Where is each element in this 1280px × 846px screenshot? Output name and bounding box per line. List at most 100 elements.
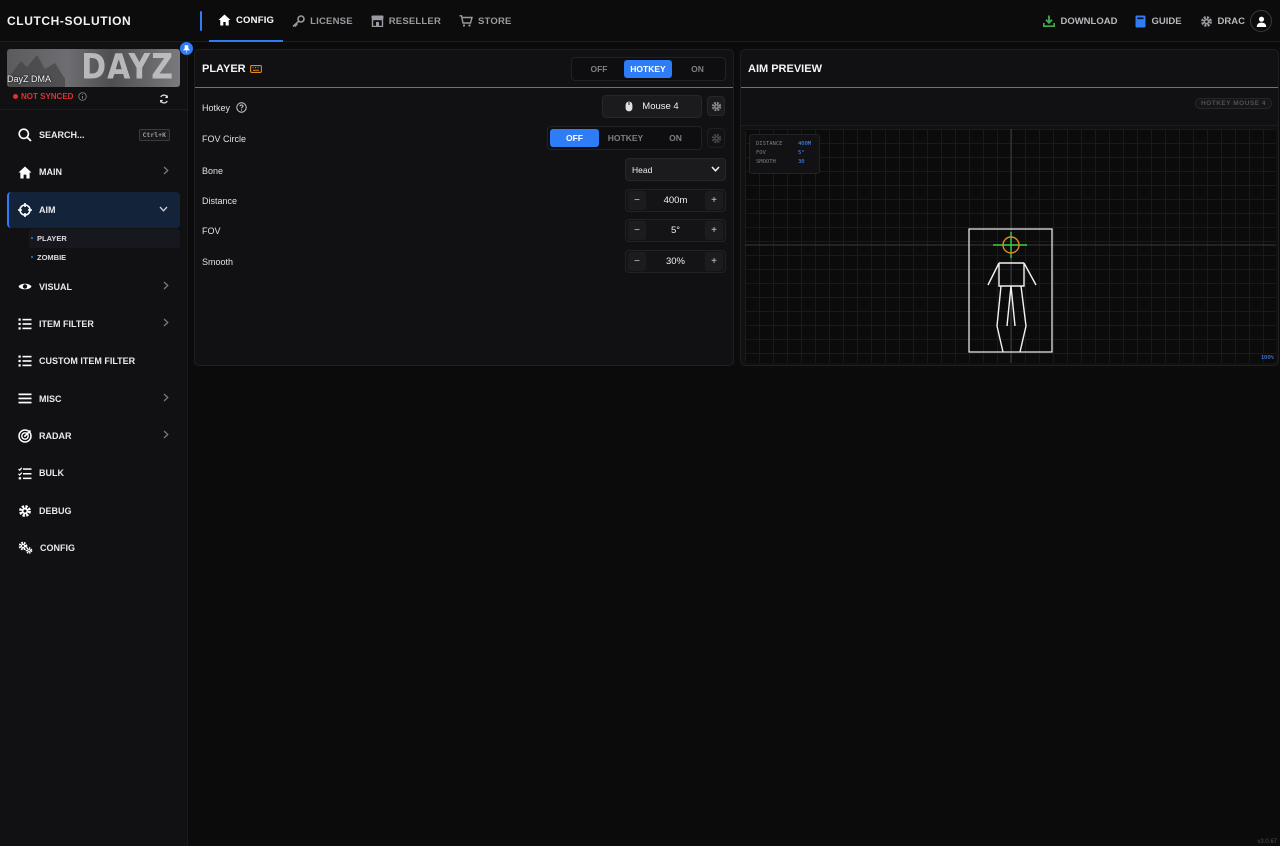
sidebar-item-radar[interactable]: RADAR <box>7 418 180 454</box>
version-label: v3.0.67 <box>1257 839 1277 845</box>
aim-preview-header: AIM PREVIEW <box>741 50 1278 88</box>
nav-reseller[interactable]: RESELLER <box>362 0 450 42</box>
hotkey-settings-button[interactable] <box>707 96 725 116</box>
sidebar-divider <box>0 109 188 110</box>
mode-off[interactable]: OFF <box>574 60 624 78</box>
sidebar-menu: SEARCH... Ctrl+K MAIN AIM PLAYER ZOMBIE … <box>7 117 180 567</box>
sidebar-item-config[interactable]: CONFIG <box>7 530 180 566</box>
user-name: DRAC <box>1217 15 1245 27</box>
sidebar-item-visual[interactable]: VISUAL <box>7 269 180 305</box>
fov-increment-button[interactable]: + <box>705 221 723 240</box>
top-nav: CONFIG LICENSE RESELLER STORE <box>209 0 521 42</box>
bullet <box>31 237 33 240</box>
gears-icon <box>18 542 33 555</box>
fov-hotkey[interactable]: HOTKEY <box>599 129 652 147</box>
hotkey-chip: HOTKEY MOUSE 4 <box>1194 98 1272 109</box>
list-icon <box>18 318 32 330</box>
sidebar-item-debug[interactable]: DEBUG <box>7 493 180 529</box>
sidebar-item-bulk[interactable]: BULK <box>7 455 180 491</box>
fov-decrement-button[interactable]: − <box>628 221 646 240</box>
chevron-right-icon <box>163 281 169 290</box>
mode-hotkey[interactable]: HOTKEY <box>624 60 672 78</box>
store-icon <box>371 15 384 27</box>
chevron-right-icon <box>163 393 169 402</box>
menu-icon <box>18 393 32 404</box>
panel-title: AIM PREVIEW <box>748 62 822 75</box>
player-mode-toggle: OFF HOTKEY ON <box>571 57 726 81</box>
mode-on[interactable]: ON <box>672 60 723 78</box>
sync-status-label: NOT SYNCED <box>21 92 74 101</box>
info-icon <box>78 92 88 101</box>
distance-value[interactable]: 400m <box>648 195 703 206</box>
bullet <box>31 256 33 259</box>
nav-license[interactable]: LICENSE <box>283 0 362 42</box>
sidebar-item-label: VISUAL <box>39 281 73 292</box>
gear-icon <box>711 133 721 143</box>
sidebar-item-item-filter[interactable]: ITEM FILTER <box>7 306 180 342</box>
pin-button[interactable] <box>180 42 193 55</box>
sidebar-item-label: DEBUG <box>39 505 72 516</box>
fov-on[interactable]: ON <box>652 129 699 147</box>
game-banner[interactable]: DAYZ DayZ DMA <box>7 49 180 87</box>
smooth-value[interactable]: 30% <box>648 256 703 267</box>
nav-config-label: CONFIG <box>236 14 275 26</box>
bone-value: Head <box>632 164 653 175</box>
target-figure <box>745 129 1276 363</box>
sidebar-item-main[interactable]: MAIN <box>7 154 180 190</box>
search-label: SEARCH... <box>39 130 85 140</box>
guide-button[interactable]: GUIDE <box>1135 15 1182 28</box>
user-menu[interactable]: DRAC <box>1200 10 1272 32</box>
gear-icon <box>1200 15 1212 27</box>
nav-reseller-label: RESELLER <box>388 15 442 27</box>
nav-store[interactable]: STORE <box>450 0 521 42</box>
sidebar-item-aim[interactable]: AIM <box>7 191 180 228</box>
refresh-icon <box>159 94 169 104</box>
sidebar: DAYZ DayZ DMA NOT SYNCED SEARCH... Ctrl+… <box>0 42 193 846</box>
sidebar-item-label: MAIN <box>39 167 62 178</box>
sidebar-item-label: AIM <box>39 204 56 215</box>
sidebar-item-label: CONFIG <box>40 542 75 553</box>
sidebar-search[interactable]: SEARCH... Ctrl+K <box>7 117 180 153</box>
smooth-increment-button[interactable]: + <box>705 252 723 271</box>
list-icon <box>18 355 32 367</box>
bone-select[interactable]: Head <box>625 158 726 181</box>
home-icon <box>218 14 231 26</box>
hotkey-button[interactable]: Mouse 4 <box>602 95 702 118</box>
nav-config[interactable]: CONFIG <box>209 0 284 42</box>
sidebar-item-label: BULK <box>39 468 64 479</box>
sidebar-item-label: CUSTOM ITEM FILTER <box>39 356 136 367</box>
sidebar-subitem-player[interactable]: PLAYER <box>29 228 180 248</box>
smooth-decrement-button[interactable]: − <box>628 252 646 271</box>
sidebar-item-misc[interactable]: MISC <box>7 381 180 417</box>
aim-submenu: PLAYER ZOMBIE <box>7 228 180 267</box>
bone-label: Bone <box>202 166 224 176</box>
user-icon <box>1256 16 1266 27</box>
chevron-right-icon <box>163 318 169 327</box>
refresh-button[interactable] <box>159 91 169 109</box>
panel-title: PLAYER <box>202 62 246 75</box>
sidebar-item-custom-item-filter[interactable]: CUSTOM ITEM FILTER <box>7 343 180 379</box>
nav-separator <box>200 11 202 31</box>
search-icon <box>18 128 32 142</box>
sidebar-subitem-zombie[interactable]: ZOMBIE <box>29 248 180 267</box>
smooth-label: Smooth <box>202 257 234 267</box>
distance-stepper: − 400m + <box>625 189 726 212</box>
distance-increment-button[interactable]: + <box>705 191 723 210</box>
avatar[interactable] <box>1250 10 1272 32</box>
banner-logo: DAYZ <box>81 49 174 87</box>
chevron-right-icon <box>163 166 169 175</box>
zoom-level: 100% <box>1260 355 1274 361</box>
fov-circle-toggle: OFF HOTKEY ON <box>547 126 702 150</box>
distance-decrement-button[interactable]: − <box>628 191 646 210</box>
fov-value[interactable]: 5° <box>648 225 703 236</box>
fov-circle-label: FOV Circle <box>202 134 247 144</box>
gear-icon <box>711 101 721 111</box>
radar-icon <box>18 429 32 443</box>
chevron-down-icon <box>159 206 168 212</box>
preview-toolbar: HOTKEY MOUSE 4 <box>741 88 1278 126</box>
distance-label: Distance <box>202 196 238 206</box>
fov-settings-button[interactable] <box>707 128 725 148</box>
status-dot <box>13 94 18 99</box>
fov-off[interactable]: OFF <box>550 129 599 147</box>
download-button[interactable]: DOWNLOAD <box>1043 15 1117 27</box>
